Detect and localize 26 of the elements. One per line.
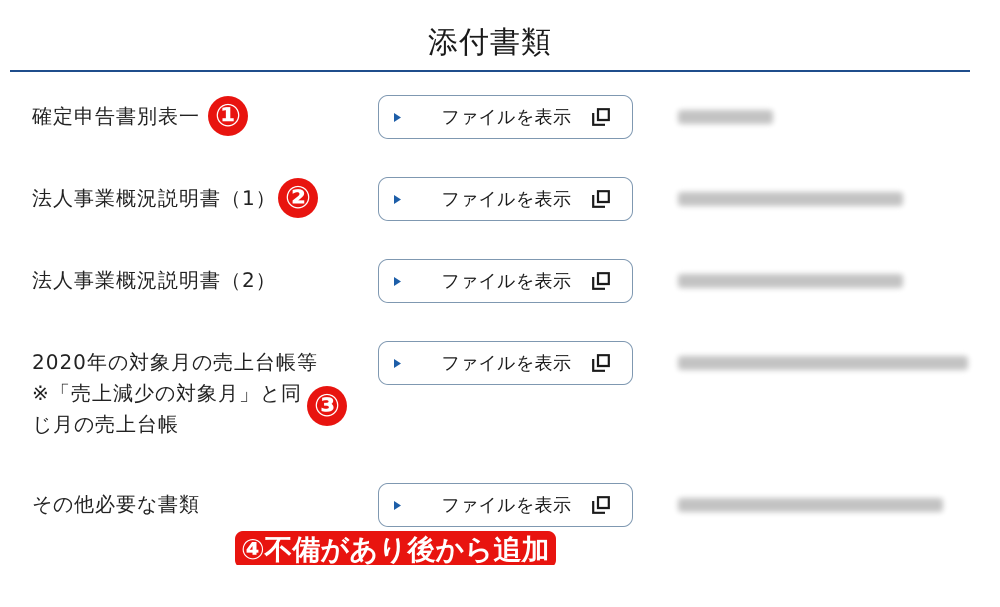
copy-icon — [592, 190, 610, 208]
document-label: 2020年の対象月の売上台帳等 — [32, 349, 318, 376]
annotation-marker: ① — [208, 96, 248, 136]
document-label: その他必要な書類 — [32, 491, 200, 518]
annotation-label: ④不備があり後から追加 — [235, 531, 556, 565]
view-file-button[interactable]: ファイルを表示 — [378, 95, 633, 139]
view-file-button[interactable]: ファイルを表示 — [378, 259, 633, 303]
annotation-marker: ② — [278, 178, 318, 218]
document-label: 確定申告書別表一 — [32, 103, 200, 130]
copy-icon — [592, 272, 610, 290]
view-file-button[interactable]: ファイルを表示 — [378, 177, 633, 221]
view-file-button[interactable]: ファイルを表示 — [378, 483, 633, 527]
caret-right-icon — [394, 276, 401, 286]
caret-right-icon — [394, 194, 401, 204]
section-title: 添付書類 — [428, 24, 552, 62]
document-note: ※「売上減少の対象月」と同じ月の売上台帳 — [32, 380, 303, 438]
document-label: 法人事業概況説明書（1） — [32, 185, 277, 212]
caret-right-icon — [394, 358, 401, 368]
document-label: 法人事業概況説明書（2） — [32, 267, 277, 294]
caret-right-icon — [394, 112, 401, 122]
copy-icon — [592, 354, 610, 372]
caret-right-icon — [394, 500, 401, 510]
annotation-marker: ③ — [307, 386, 347, 426]
copy-icon — [592, 108, 610, 126]
copy-icon — [592, 496, 610, 514]
view-file-button[interactable]: ファイルを表示 — [378, 341, 633, 385]
